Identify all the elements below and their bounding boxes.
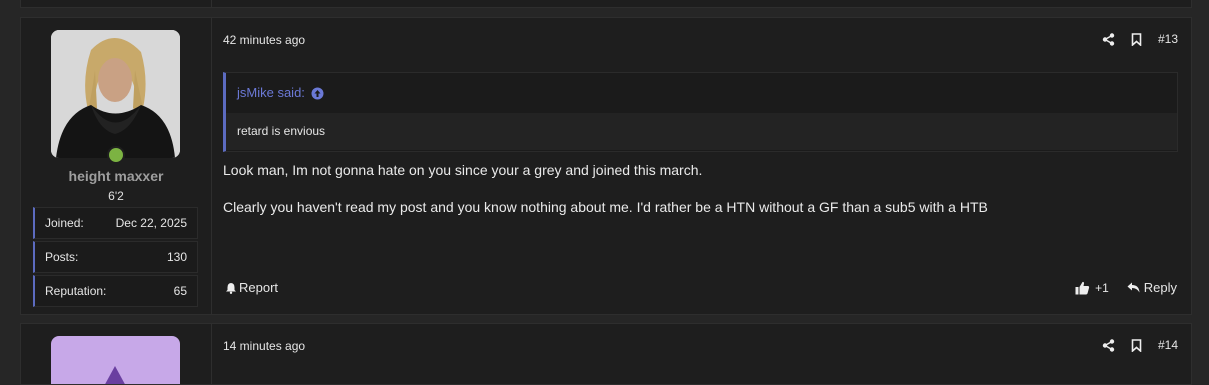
reply-arrow-icon	[1127, 282, 1140, 293]
reply-label[interactable]: Reply	[1144, 280, 1177, 295]
quote-author[interactable]: jsMike said:	[237, 74, 305, 112]
post-message: Look man, Im not gonna hate on you since…	[223, 160, 988, 234]
stat-label: Reputation:	[45, 284, 107, 298]
quote-header[interactable]: jsMike said:	[226, 73, 1177, 113]
user-title: 6'2	[108, 189, 124, 203]
online-status-indicator	[107, 146, 125, 164]
stat-label: Posts:	[45, 250, 79, 264]
stat-value: Dec 22, 2025	[115, 216, 187, 230]
previous-post-bottom	[20, 0, 1192, 8]
arrow-up-circle-icon[interactable]	[311, 87, 324, 100]
report-link[interactable]: Report	[225, 280, 278, 295]
bell-icon	[225, 282, 237, 294]
post-14: 14 minutes ago #14	[20, 323, 1192, 385]
stat-joined: Joined: Dec 22, 2025	[33, 207, 198, 239]
like-button[interactable]: +1	[1075, 281, 1109, 295]
post-timestamp[interactable]: 14 minutes ago	[223, 339, 305, 353]
post-actions-top: #14	[1102, 337, 1178, 353]
post-actions-bottom: +1 Reply	[1075, 280, 1177, 295]
stat-label: Joined:	[45, 216, 84, 230]
reply-button[interactable]: Reply	[1127, 280, 1177, 295]
thumbs-up-icon[interactable]	[1075, 281, 1090, 295]
quote-text: retard is envious	[226, 113, 1177, 150]
stat-value: 65	[173, 284, 187, 298]
username[interactable]: height maxxer	[21, 168, 211, 184]
post-number[interactable]: #14	[1158, 338, 1178, 352]
share-icon[interactable]	[1102, 338, 1116, 352]
stat-posts: Posts: 130	[33, 241, 198, 273]
user-cell: height maxxer 6'2 Joined: Dec 22, 2025 P…	[21, 18, 212, 314]
post-number[interactable]: #13	[1158, 32, 1178, 46]
post-13: height maxxer 6'2 Joined: Dec 22, 2025 P…	[20, 17, 1192, 315]
quote-block: jsMike said: retard is envious	[223, 72, 1178, 152]
user-cell	[21, 324, 212, 384]
avatar-image	[51, 30, 180, 158]
post-main: 42 minutes ago #13 jsMike said: retard i…	[212, 18, 1191, 314]
avatar[interactable]	[51, 336, 180, 384]
avatar[interactable]	[51, 30, 180, 158]
stat-value: 130	[166, 250, 187, 264]
message-paragraph: Look man, Im not gonna hate on you since…	[223, 162, 703, 178]
bookmark-icon[interactable]	[1130, 32, 1144, 46]
message-paragraph: Clearly you haven't read my post and you…	[223, 199, 988, 215]
post-main: 14 minutes ago #14	[212, 324, 1191, 384]
previous-post-divider	[211, 0, 212, 7]
like-count[interactable]: +1	[1095, 281, 1109, 295]
bookmark-icon[interactable]	[1130, 338, 1144, 352]
stat-reputation: Reputation: 65	[33, 275, 198, 307]
report-label[interactable]: Report	[239, 280, 278, 295]
post-actions-top: #13	[1102, 31, 1178, 47]
avatar-letter	[103, 366, 127, 384]
share-icon[interactable]	[1102, 32, 1116, 46]
user-stats: Joined: Dec 22, 2025 Posts: 130 Reputati…	[33, 207, 198, 309]
post-timestamp[interactable]: 42 minutes ago	[223, 33, 305, 47]
